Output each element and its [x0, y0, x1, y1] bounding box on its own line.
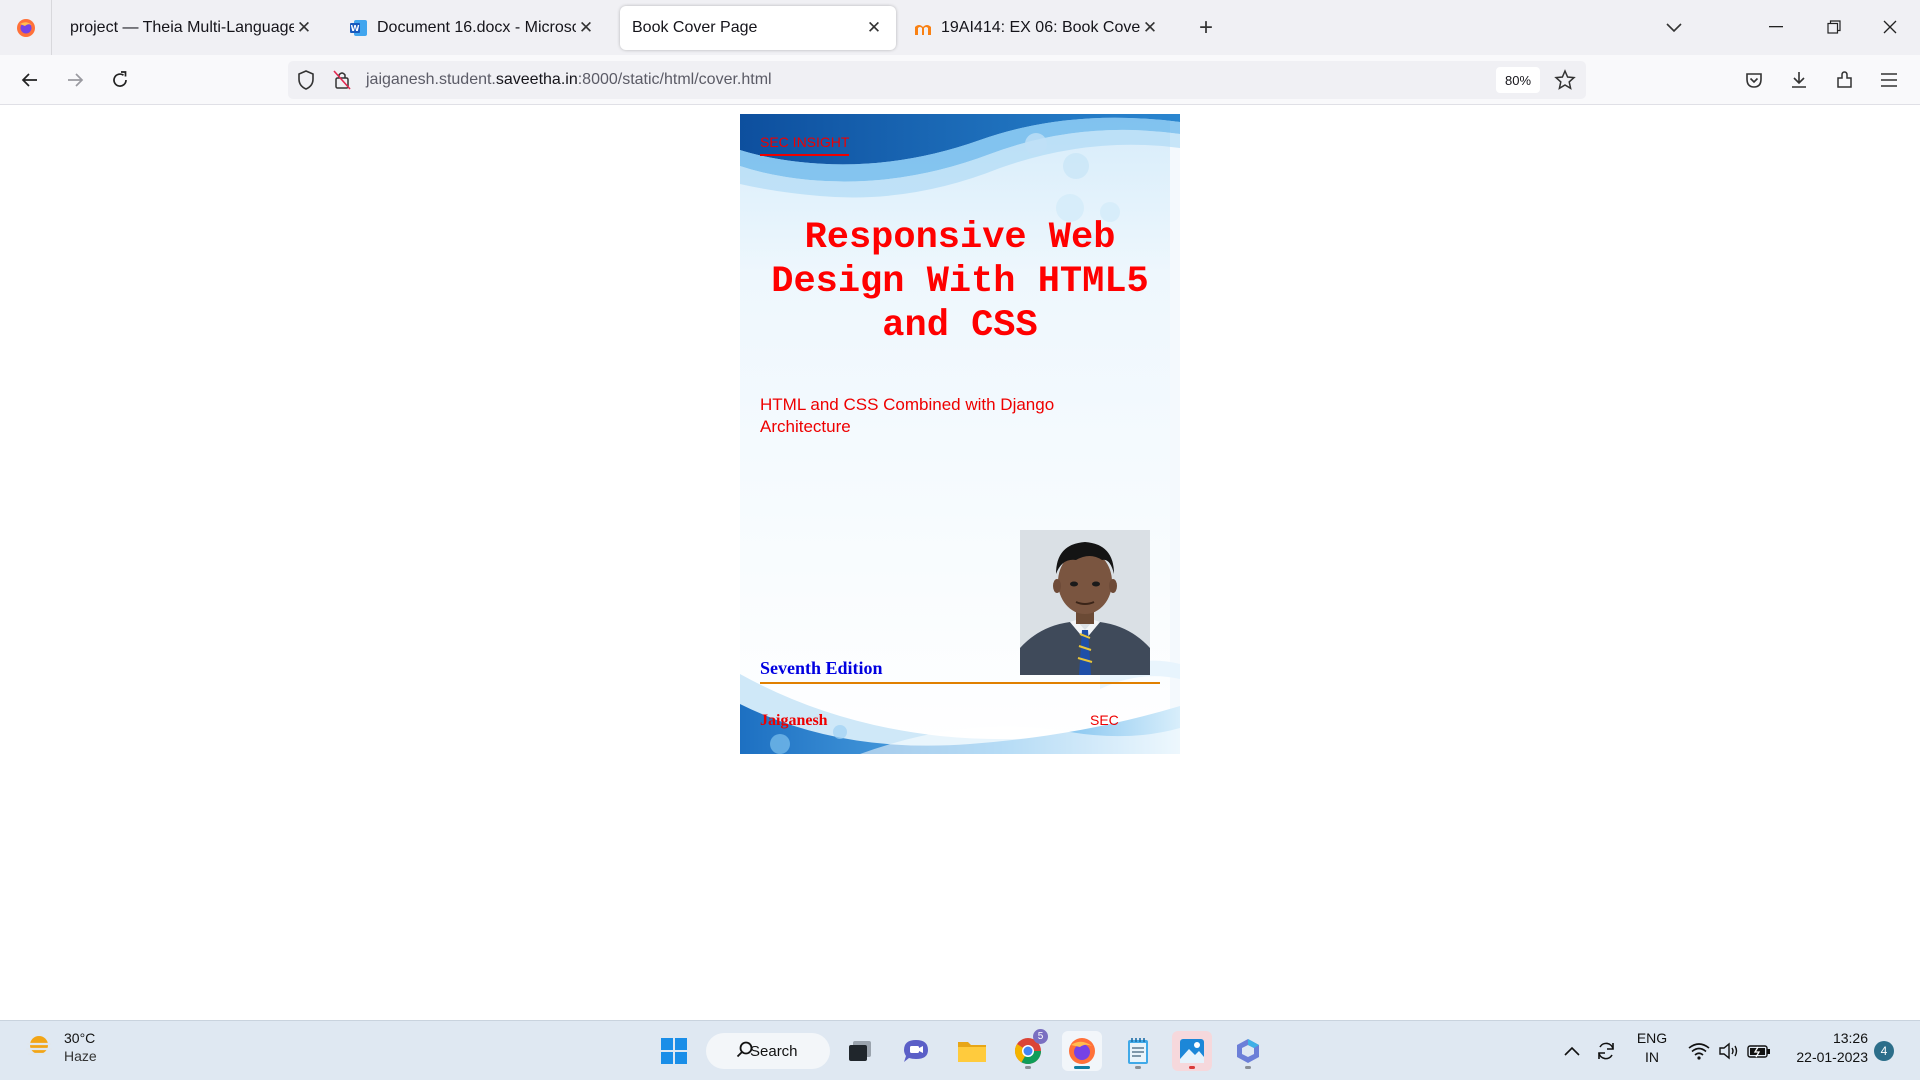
- close-icon[interactable]: ✕: [864, 18, 884, 38]
- tab-label: 19AI414: EX 06: Book CoverPage: [941, 19, 1140, 36]
- firefox-menu-icon[interactable]: [0, 0, 52, 55]
- svg-text:W: W: [351, 24, 360, 33]
- zoom-level-button[interactable]: 80%: [1496, 67, 1540, 93]
- windows-start-icon[interactable]: [654, 1031, 694, 1071]
- book-subtitle: HTML and CSS Combined with Django Archit…: [760, 395, 1055, 436]
- sync-icon[interactable]: [1592, 1031, 1620, 1071]
- notepad-icon[interactable]: [1118, 1031, 1158, 1071]
- wifi-icon[interactable]: [1686, 1031, 1712, 1071]
- url-prefix: jaiganesh.student.: [366, 71, 496, 88]
- navigation-toolbar: jaiganesh.student.saveetha.in:8000/stati…: [0, 55, 1920, 105]
- pocket-icon[interactable]: [1738, 64, 1770, 96]
- chevron-down-icon[interactable]: [1660, 14, 1688, 42]
- teams-chat-icon[interactable]: [896, 1031, 936, 1071]
- clock[interactable]: 13:26 22-01-2023: [1784, 1029, 1868, 1067]
- address-bar[interactable]: jaiganesh.student.saveetha.in:8000/stati…: [288, 61, 1586, 99]
- insecure-lock-icon[interactable]: [332, 69, 352, 96]
- tab-strip: project — Theia Multi-Language Ex ✕ W Do…: [0, 0, 1920, 55]
- notification-count-badge[interactable]: 4: [1874, 1041, 1894, 1061]
- region-code: IN: [1645, 1049, 1659, 1065]
- tab-word-document[interactable]: W Document 16.docx - Microsoft W ✕: [338, 6, 608, 50]
- haze-sun-icon: [26, 1036, 52, 1056]
- running-indicator: [1189, 1066, 1195, 1069]
- forward-arrow-icon[interactable]: [59, 64, 91, 96]
- edition-label: Seventh Edition: [760, 658, 883, 678]
- copilot-icon[interactable]: [1228, 1031, 1268, 1071]
- reload-icon[interactable]: [104, 64, 136, 96]
- windows-taskbar: 30°C Haze Search 5 ENG IN 13:26 22-01-20…: [0, 1020, 1920, 1080]
- close-icon[interactable]: ✕: [576, 18, 596, 38]
- close-icon[interactable]: ✕: [294, 18, 314, 38]
- tab-moodle-exercise[interactable]: 19AI414: EX 06: Book CoverPage ✕: [902, 6, 1172, 50]
- running-indicator: [1025, 1066, 1031, 1069]
- tab-theia[interactable]: project — Theia Multi-Language Ex ✕: [58, 6, 326, 50]
- close-window-icon[interactable]: [1872, 10, 1908, 44]
- running-indicator: [1245, 1066, 1251, 1069]
- input-language-indicator[interactable]: ENG IN: [1630, 1029, 1674, 1067]
- restore-icon[interactable]: [1816, 10, 1852, 44]
- word-icon: W: [350, 20, 367, 36]
- weather-widget[interactable]: 30°C Haze: [24, 1029, 97, 1065]
- shield-icon[interactable]: [296, 69, 316, 96]
- photos-icon[interactable]: [1172, 1031, 1212, 1071]
- chevron-up-icon[interactable]: [1560, 1031, 1584, 1071]
- extensions-icon[interactable]: [1829, 64, 1861, 96]
- url-domain: saveetha.in: [495, 71, 578, 88]
- author-name: Jaiganesh: [760, 712, 828, 729]
- moodle-icon: [915, 25, 931, 35]
- chrome-icon[interactable]: 5: [1008, 1029, 1048, 1071]
- clock-time: 13:26: [1832, 1030, 1868, 1046]
- firefox-taskbar-icon[interactable]: [1062, 1031, 1102, 1071]
- url-text[interactable]: jaiganesh.student.saveetha.in:8000/stati…: [366, 71, 772, 89]
- divider-rule: [760, 682, 1160, 684]
- search-icon: [736, 1041, 753, 1058]
- book-cover: SEC INSIGHT Responsive Web Design With H…: [740, 114, 1180, 754]
- language-code: ENG: [1636, 1030, 1668, 1046]
- author-photo: [1020, 530, 1150, 675]
- running-indicator: [1135, 1066, 1141, 1069]
- downloads-icon[interactable]: [1783, 64, 1815, 96]
- publisher-name: SEC: [1090, 712, 1119, 728]
- url-suffix: :8000/static/html/cover.html: [577, 71, 772, 88]
- clock-date: 22-01-2023: [1796, 1049, 1868, 1065]
- brand-label: SEC INSIGHT: [760, 134, 850, 156]
- task-view-icon[interactable]: [840, 1031, 880, 1071]
- tab-label: project — Theia Multi-Language Ex: [70, 19, 294, 36]
- chrome-badge: 5: [1033, 1029, 1048, 1044]
- weather-condition: Haze: [64, 1048, 97, 1064]
- page-viewport: SEC INSIGHT Responsive Web Design With H…: [0, 106, 1920, 1020]
- bookmark-star-icon[interactable]: [1554, 69, 1576, 96]
- weather-temperature: 30°C: [64, 1030, 96, 1046]
- search-label: Search: [750, 1042, 798, 1060]
- close-icon[interactable]: ✕: [1140, 18, 1160, 38]
- taskbar-search-box[interactable]: Search: [706, 1033, 830, 1069]
- file-explorer-icon[interactable]: [952, 1031, 992, 1071]
- hamburger-menu-icon[interactable]: [1873, 64, 1905, 96]
- battery-icon[interactable]: [1746, 1031, 1772, 1071]
- back-arrow-icon[interactable]: [14, 64, 46, 96]
- new-tab-button[interactable]: +: [1192, 14, 1220, 42]
- book-title: Responsive Web Design With HTML5 and CSS: [771, 217, 1149, 347]
- active-indicator: [1074, 1066, 1090, 1069]
- volume-icon[interactable]: [1716, 1031, 1742, 1071]
- tab-book-cover-page[interactable]: Book Cover Page ✕: [620, 6, 896, 50]
- minimize-icon[interactable]: [1758, 10, 1794, 44]
- tab-label: Document 16.docx - Microsoft W: [377, 19, 576, 36]
- tab-label: Book Cover Page: [632, 19, 758, 36]
